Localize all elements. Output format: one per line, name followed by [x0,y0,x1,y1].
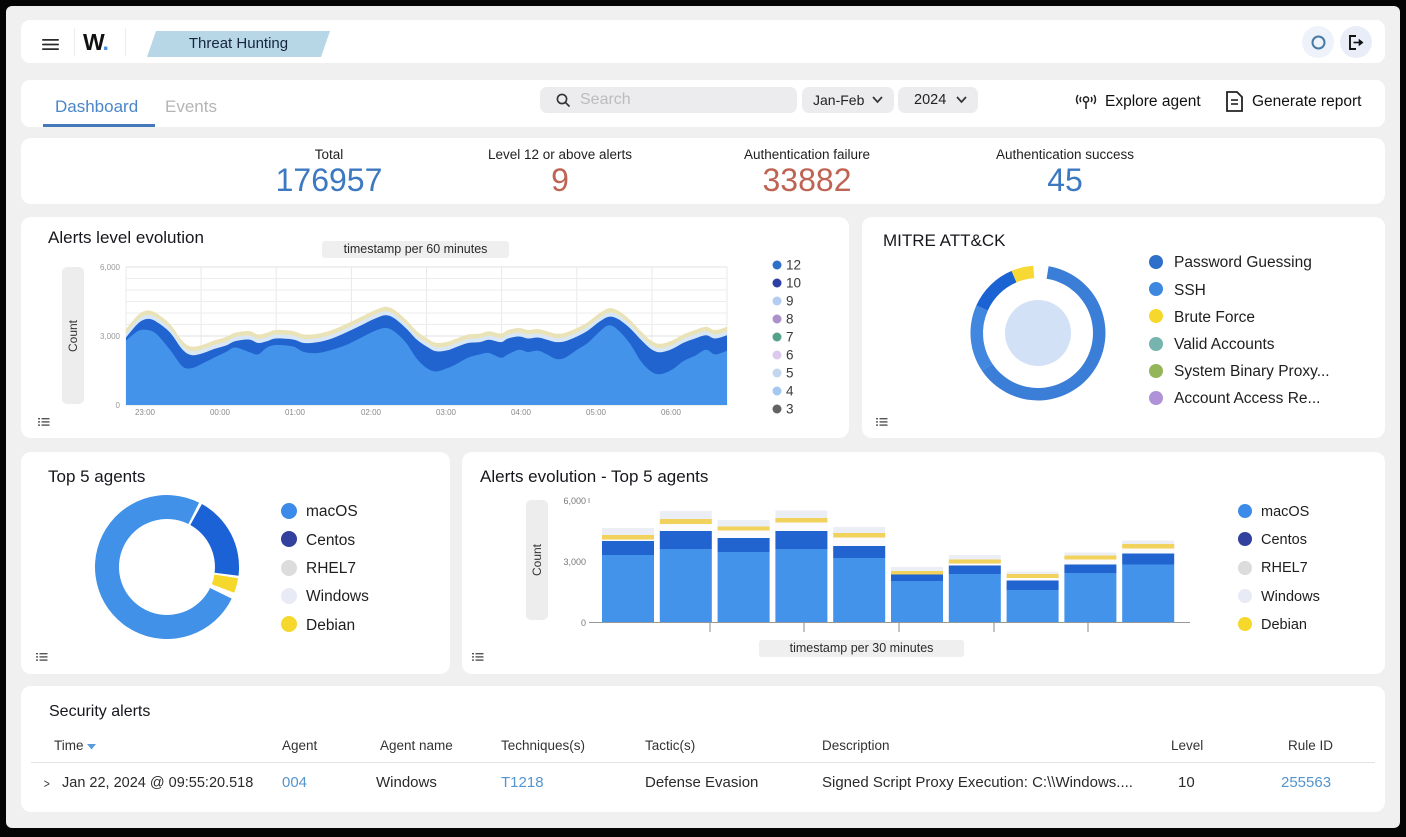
svg-text:Debian: Debian [306,617,355,634]
svg-text:Debian: Debian [1261,617,1307,633]
svg-text:Password Guessing: Password Guessing [1174,254,1312,271]
svg-text:Brute Force: Brute Force [1174,309,1255,326]
svg-text:4: 4 [786,384,794,399]
svg-text:8: 8 [786,312,794,327]
svg-text:macOS: macOS [1261,504,1309,520]
svg-text:SSH: SSH [1174,282,1206,299]
svg-text:macOS: macOS [306,503,358,520]
svg-text:RHEL7: RHEL7 [306,560,356,577]
svg-text:Windows: Windows [1261,589,1320,605]
svg-text:Centos: Centos [1261,532,1307,548]
svg-text:5: 5 [786,366,794,381]
svg-text:System Binary Proxy...: System Binary Proxy... [1174,363,1330,380]
svg-text:3: 3 [786,402,794,417]
svg-text:10: 10 [786,276,801,291]
svg-text:RHEL7: RHEL7 [1261,560,1308,576]
svg-text:9: 9 [786,294,794,309]
svg-text:6: 6 [786,348,794,363]
svg-text:12: 12 [786,258,801,273]
svg-text:Valid Accounts: Valid Accounts [1174,336,1275,353]
svg-text:Account Access Re...: Account Access Re... [1174,390,1320,407]
svg-text:Centos: Centos [306,532,355,549]
svg-text:Windows: Windows [306,588,369,605]
svg-text:7: 7 [786,330,794,345]
